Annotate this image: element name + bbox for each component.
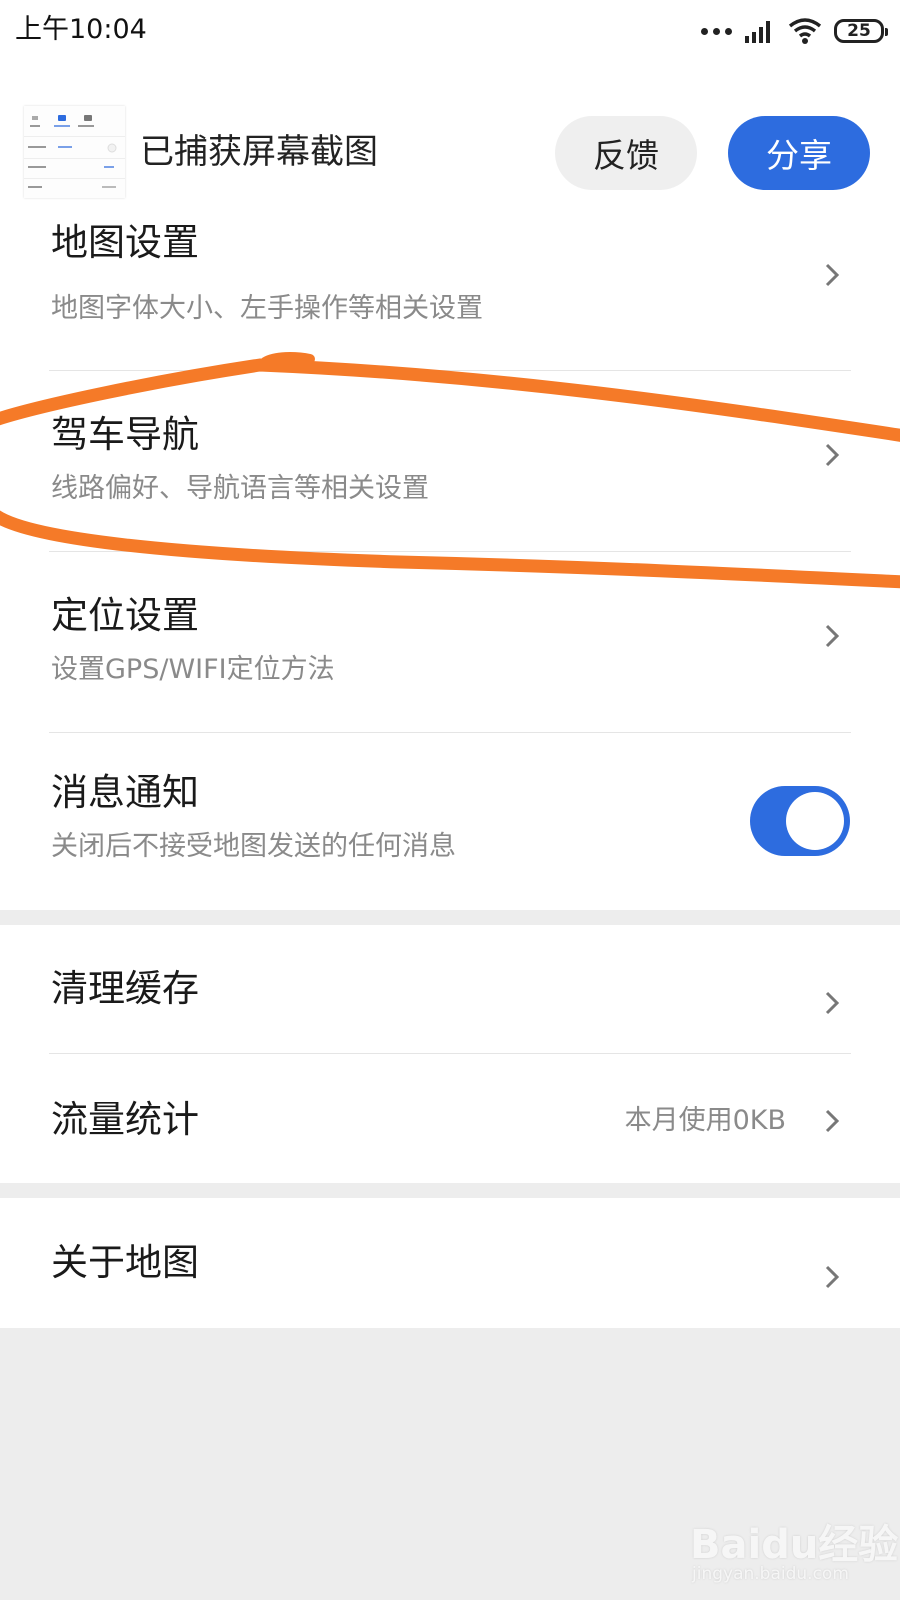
settings-card-about: 关于地图 <box>0 1198 900 1328</box>
row-title: 驾车导航 <box>51 413 199 456</box>
row-subtitle: 线路偏好、导航语言等相关设置 <box>51 473 429 504</box>
data-usage-value: 本月使用0KB <box>624 1105 786 1136</box>
share-button[interactable]: 分享 <box>728 116 870 190</box>
driving-navigation-row[interactable]: 驾车导航 线路偏好、导航语言等相关设置 <box>0 371 900 551</box>
chevron-right-icon <box>825 263 840 287</box>
settings-card-storage: 清理缓存 流量统计 本月使用0KB <box>0 925 900 1183</box>
watermark-brand: Baidu经验 <box>690 1522 899 1568</box>
signal-icon <box>745 21 770 43</box>
toggle-knob <box>786 792 844 850</box>
row-title: 清理缓存 <box>51 967 199 1010</box>
row-title: 流量统计 <box>51 1098 199 1141</box>
data-usage-row[interactable]: 流量统计 本月使用0KB <box>0 1054 900 1183</box>
row-subtitle: 设置GPS/WIFI定位方法 <box>51 654 335 685</box>
map-settings-row[interactable]: 地图设置 地图字体大小、左手操作等相关设置 <box>0 221 900 370</box>
chevron-right-icon <box>825 443 840 467</box>
row-subtitle: 关闭后不接受地图发送的任何消息 <box>51 831 456 862</box>
chevron-right-icon <box>825 624 840 648</box>
status-time: 上午10:04 <box>15 14 147 45</box>
battery-level: 25 <box>847 21 871 41</box>
row-title: 关于地图 <box>51 1241 199 1284</box>
chevron-right-icon <box>825 1109 840 1133</box>
wifi-icon <box>788 18 822 44</box>
status-icons: 25 <box>701 14 888 48</box>
thumbnail-preview-image <box>24 106 125 198</box>
row-title: 消息通知 <box>51 771 199 814</box>
notifications-toggle[interactable] <box>750 786 850 856</box>
row-title: 地图设置 <box>51 221 199 264</box>
battery-icon: 25 <box>834 19 888 43</box>
clear-cache-row[interactable]: 清理缓存 <box>0 925 900 1053</box>
location-settings-row[interactable]: 定位设置 设置GPS/WIFI定位方法 <box>0 552 900 732</box>
chevron-right-icon <box>825 1265 840 1289</box>
screenshot-thumbnail[interactable] <box>24 106 125 198</box>
capture-title: 已捕获屏幕截图 <box>140 132 378 172</box>
row-title: 定位设置 <box>51 594 199 637</box>
baidu-jingyan-watermark: Baidu经验 jingyan.baidu.com <box>690 1490 898 1590</box>
row-subtitle: 地图字体大小、左手操作等相关设置 <box>51 293 483 324</box>
more-dots-icon <box>701 27 732 35</box>
feedback-button[interactable]: 反馈 <box>555 116 697 190</box>
about-row[interactable]: 关于地图 <box>0 1198 900 1328</box>
watermark-url: jingyan.baidu.com <box>692 1564 849 1584</box>
chevron-right-icon <box>825 991 840 1015</box>
